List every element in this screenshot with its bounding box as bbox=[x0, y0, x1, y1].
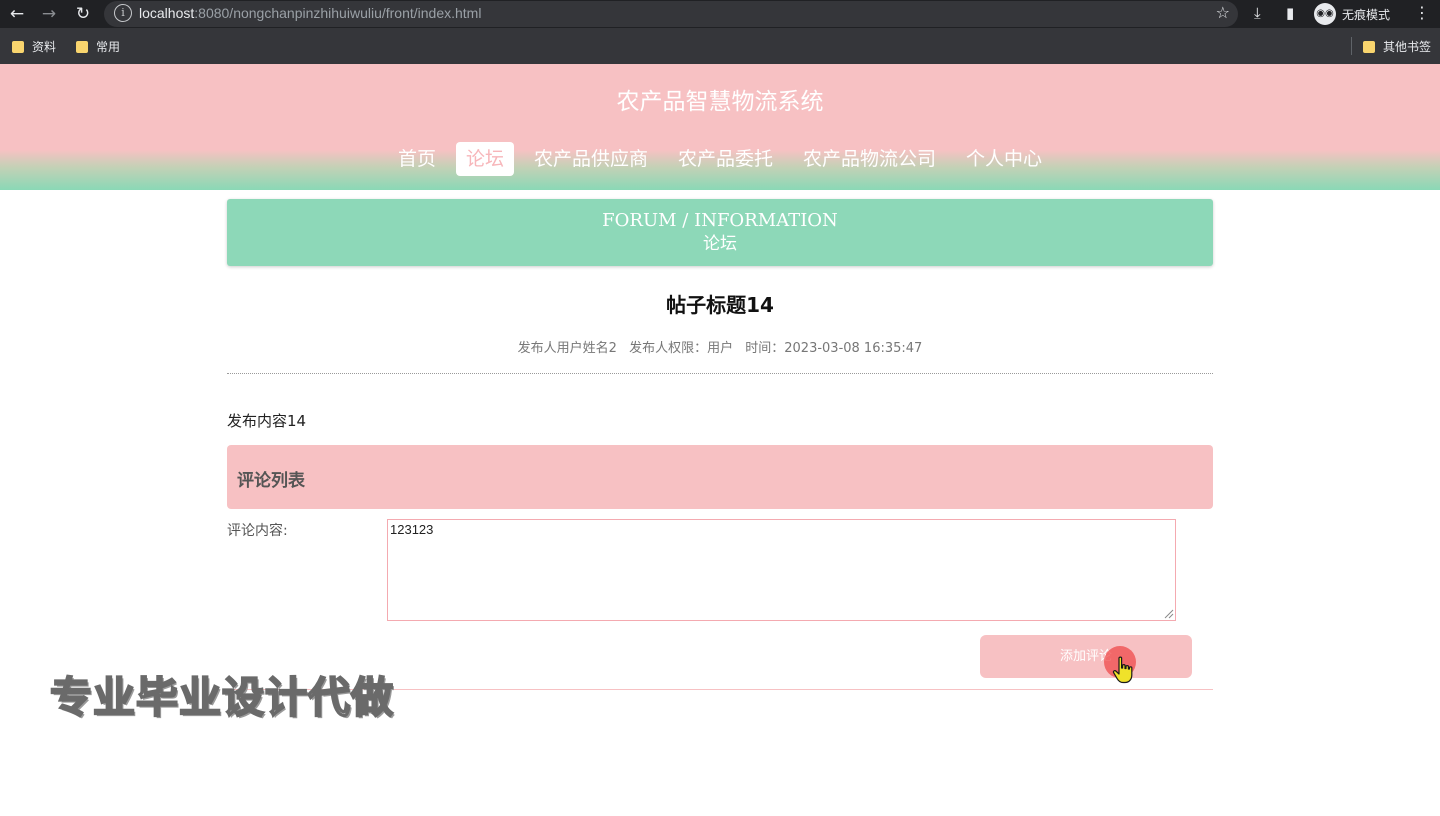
browser-toolbar: ← → ↻ i localhost:8080/nongchanpinzhihui… bbox=[0, 0, 1440, 28]
forward-arrow-icon[interactable]: → bbox=[38, 3, 60, 25]
add-comment-button[interactable]: 添加评论 bbox=[980, 635, 1192, 678]
incognito-indicator[interactable]: ◉◉ 无痕模式 bbox=[1314, 2, 1390, 26]
site-info-icon[interactable]: i bbox=[114, 4, 132, 22]
banner-title-en: FORUM / INFORMATION bbox=[602, 210, 838, 231]
nav-personal-center[interactable]: 个人中心 bbox=[956, 142, 1052, 176]
resize-handle-icon[interactable] bbox=[1164, 609, 1174, 619]
folder-icon bbox=[76, 40, 88, 53]
hand-cursor-icon bbox=[1112, 656, 1133, 684]
post-time: 时间：2023-03-08 16:35:47 bbox=[745, 341, 923, 356]
site-title: 农产品智慧物流系统 bbox=[616, 89, 824, 115]
download-icon[interactable]: ⤓ bbox=[1254, 4, 1261, 22]
bookmark-folder-other[interactable]: 其他书签 bbox=[1363, 38, 1431, 55]
address-bar[interactable]: i localhost:8080/nongchanpinzhihuiwuliu/… bbox=[104, 1, 1238, 27]
watermark-text: 专业毕业设计代做 bbox=[49, 672, 395, 723]
folder-icon bbox=[1363, 40, 1375, 53]
comment-list-header: 评论列表 bbox=[227, 445, 1213, 509]
nav-forum[interactable]: 论坛 bbox=[455, 142, 514, 176]
post-role: 发布人权限：用户 bbox=[629, 341, 734, 356]
post-divider bbox=[227, 373, 1213, 374]
bookmark-star-icon[interactable]: ☆ bbox=[1216, 3, 1230, 22]
bookmark-label: 资料 bbox=[32, 40, 57, 54]
banner-title-cn: 论坛 bbox=[703, 234, 737, 254]
url-path: :8080/nongchanpinzhihuiwuliu/front/index… bbox=[194, 5, 482, 21]
nav-logistics-companies[interactable]: 农产品物流公司 bbox=[793, 142, 946, 176]
post-author: 发布人用户姓名2 bbox=[517, 341, 617, 356]
comment-input[interactable]: 123123 bbox=[387, 519, 1176, 621]
site-header: 农产品智慧物流系统 首页 论坛 农产品供应商 农产品委托 农产品物流公司 个人中… bbox=[0, 64, 1440, 190]
bookmark-label: 常用 bbox=[96, 40, 121, 54]
bookmark-label: 其他书签 bbox=[1383, 40, 1432, 54]
url-text[interactable]: localhost:8080/nongchanpinzhihuiwuliu/fr… bbox=[139, 5, 481, 21]
incognito-icon: ◉◉ bbox=[1314, 3, 1336, 25]
post-title: 帖子标题14 bbox=[666, 293, 774, 317]
post-content: 发布内容14 bbox=[227, 412, 307, 430]
nav-suppliers[interactable]: 农产品供应商 bbox=[524, 142, 658, 176]
folder-icon bbox=[12, 40, 24, 53]
bookmarks-bar: 资料 常用 其他书签 bbox=[0, 28, 1440, 64]
nav-home[interactable]: 首页 bbox=[388, 142, 446, 176]
bookmarks-divider bbox=[1351, 37, 1352, 55]
comment-list-title: 评论列表 bbox=[237, 471, 305, 491]
incognito-label: 无痕模式 bbox=[1342, 7, 1391, 22]
side-panel-icon[interactable]: ▮ bbox=[1286, 4, 1294, 22]
comment-label: 评论内容: bbox=[227, 523, 288, 539]
url-host: localhost bbox=[139, 5, 195, 21]
bookmark-folder-ziliao[interactable]: 资料 bbox=[12, 38, 56, 55]
nav-commissions[interactable]: 农产品委托 bbox=[668, 142, 783, 176]
reload-icon[interactable]: ↻ bbox=[72, 3, 94, 25]
post-meta: 发布人用户姓名2 发布人权限：用户 时间：2023-03-08 16:35:47 bbox=[227, 337, 1213, 356]
back-arrow-icon[interactable]: ← bbox=[6, 3, 28, 25]
bookmark-folder-changyong[interactable]: 常用 bbox=[76, 38, 120, 55]
browser-menu-icon[interactable]: ⋮ bbox=[1414, 3, 1430, 22]
section-banner: FORUM / INFORMATION 论坛 bbox=[227, 199, 1213, 266]
main-nav: 首页 论坛 农产品供应商 农产品委托 农产品物流公司 个人中心 bbox=[0, 142, 1440, 176]
